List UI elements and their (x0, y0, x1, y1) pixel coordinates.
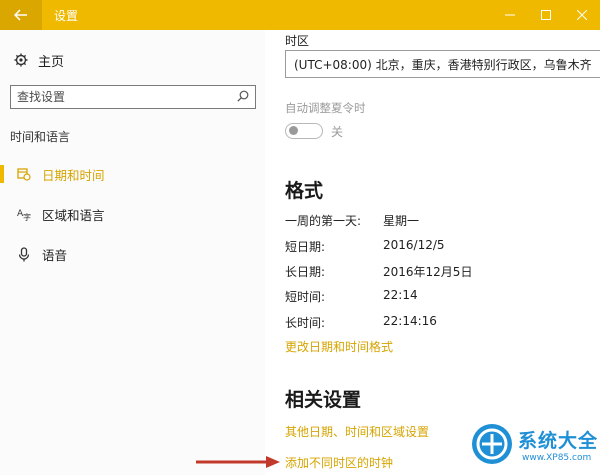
calendar-clock-icon (17, 168, 31, 181)
add-clocks-link[interactable]: 添加不同时区的时钟 (285, 454, 393, 471)
minimize-icon (505, 14, 515, 16)
svg-text:字: 字 (23, 212, 31, 221)
sidebar-item-date-time[interactable]: 日期和时间 (0, 161, 265, 187)
search-input[interactable] (11, 86, 227, 107)
first-day-value: 星期一 (383, 214, 420, 228)
back-arrow-icon (14, 9, 27, 21)
annotation-arrow-icon (196, 456, 280, 468)
logo-name: 系统大全 (518, 430, 599, 452)
title-bar: 设置 (0, 0, 600, 30)
timezone-dropdown[interactable]: (UTC+08:00) 北京，重庆，香港特别行政区，乌鲁木齐 (285, 50, 600, 78)
watermark-logo: 系统大全 www.XP85.com (470, 422, 600, 472)
change-format-link[interactable]: 更改日期和时间格式 (285, 338, 393, 355)
short-date-label: 短日期: (285, 240, 326, 254)
dst-toggle-state: 关 (331, 125, 344, 139)
microphone-icon (18, 246, 30, 261)
first-day-label: 一周的第一天: (285, 214, 362, 228)
short-date-value: 2016/12/5 (383, 238, 445, 252)
home-label: 主页 (38, 54, 65, 70)
logo-badge-icon (472, 424, 512, 464)
long-time-label: 长时间: (285, 316, 326, 330)
timezone-label: 时区 (285, 34, 310, 48)
related-settings-heading: 相关设置 (285, 389, 362, 411)
search-icon[interactable] (237, 90, 249, 102)
short-time-value: 22:14 (383, 288, 418, 302)
section-label: 时间和语言 (10, 130, 71, 144)
window-title: 设置 (54, 9, 79, 23)
short-time-label: 短时间: (285, 290, 326, 304)
language-icon: A 字 (17, 209, 31, 221)
additional-settings-link[interactable]: 其他日期、时间和区域设置 (285, 423, 429, 440)
gear-icon (14, 53, 28, 67)
sidebar: 主页 时间和语言 日期和时间 A 字 区域和语言 (0, 30, 265, 475)
search-box[interactable] (10, 85, 256, 109)
dst-label: 自动调整夏令时 (285, 101, 366, 115)
long-date-value: 2016年12月5日 (383, 265, 473, 279)
back-button[interactable] (0, 0, 42, 30)
close-button[interactable] (564, 0, 600, 30)
dst-toggle[interactable] (285, 123, 323, 139)
toggle-knob (289, 126, 298, 135)
logo-url: www.XP85.com (522, 453, 592, 463)
maximize-icon (541, 10, 551, 20)
long-date-label: 长日期: (285, 265, 326, 279)
minimize-button[interactable] (492, 0, 528, 30)
close-icon (577, 10, 587, 20)
maximize-button[interactable] (528, 0, 564, 30)
sidebar-item-region-language[interactable]: A 字 区域和语言 (0, 201, 265, 227)
long-time-value: 22:14:16 (383, 314, 437, 328)
active-indicator (0, 165, 4, 183)
sidebar-item-label: 语音 (42, 247, 68, 263)
sidebar-item-label: 区域和语言 (42, 207, 105, 223)
sidebar-item-label: 日期和时间 (42, 167, 105, 183)
sidebar-item-speech[interactable]: 语音 (0, 241, 265, 267)
format-heading: 格式 (285, 180, 324, 202)
home-nav-item[interactable]: 主页 (14, 50, 64, 70)
timezone-value: (UTC+08:00) 北京，重庆，香港特别行政区，乌鲁木齐 (294, 58, 592, 72)
main-content: 时区 (UTC+08:00) 北京，重庆，香港特别行政区，乌鲁木齐 自动调整夏令… (265, 30, 600, 475)
